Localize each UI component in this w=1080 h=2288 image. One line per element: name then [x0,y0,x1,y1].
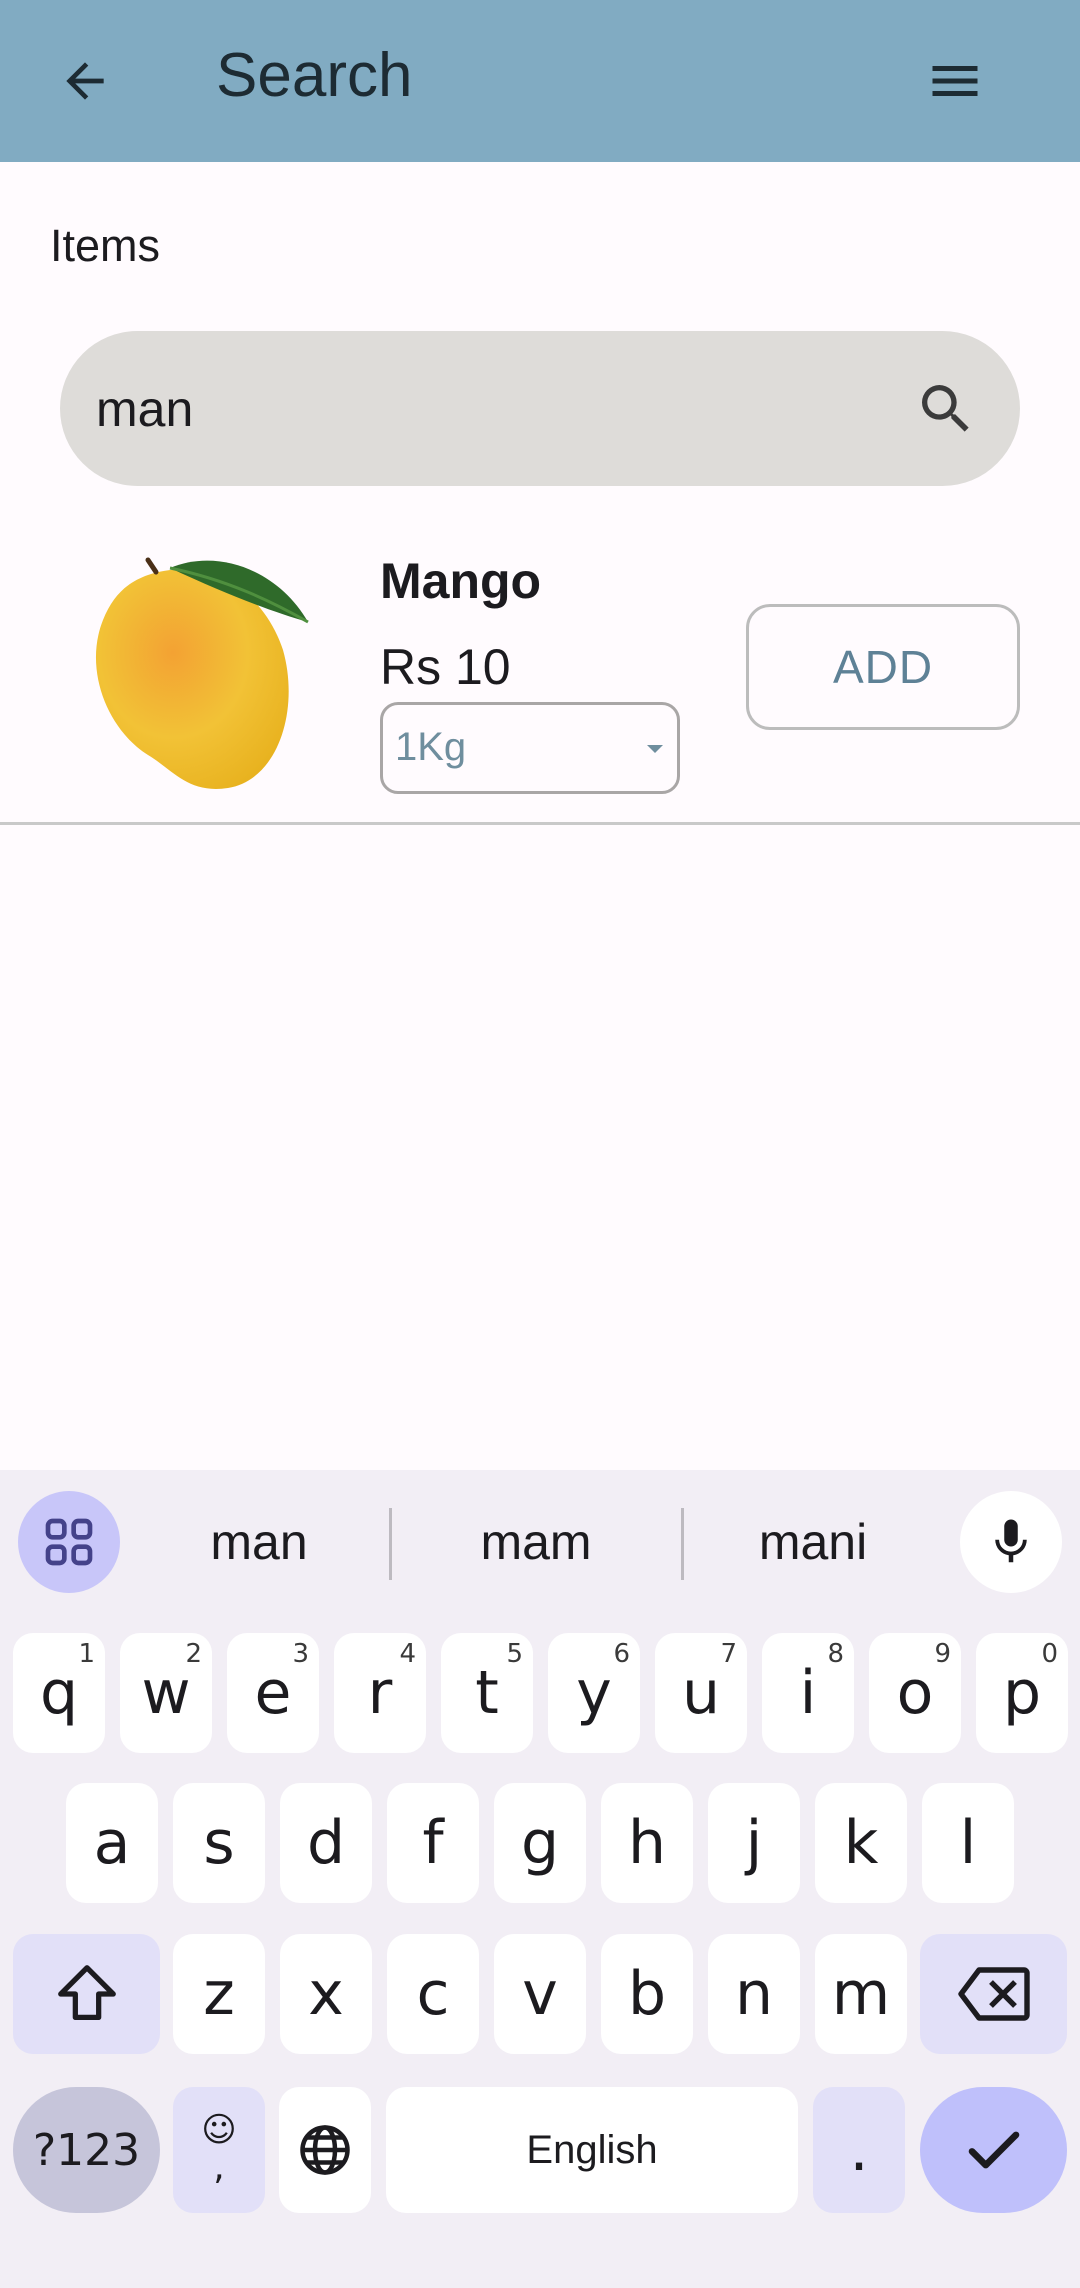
key-y[interactable]: y6 [548,1633,640,1753]
key-k[interactable]: k [815,1783,907,1903]
key-e[interactable]: e3 [227,1633,319,1753]
key-d[interactable]: d [280,1783,372,1903]
suggestion-separator [389,1508,392,1580]
key-o[interactable]: o9 [869,1633,961,1753]
key-label: u [681,1658,721,1728]
key-hint: 6 [613,1639,630,1669]
unit-value: 1Kg [395,725,467,769]
suggestion-separator [681,1508,684,1580]
key-hint: 7 [720,1639,737,1669]
search-bar [60,331,1020,486]
key-label: y [576,1658,612,1728]
key-label: q [39,1658,79,1728]
key-u[interactable]: u7 [655,1633,747,1753]
key-label: t [475,1658,499,1728]
key-v[interactable]: v [494,1934,586,2054]
suggestion-1[interactable]: man [134,1510,384,1574]
key-p[interactable]: p0 [976,1633,1068,1753]
suggestion-3[interactable]: mani [688,1510,938,1574]
product-price: Rs 10 [380,639,511,695]
key-hint: 8 [827,1639,844,1669]
key-a[interactable]: a [66,1783,158,1903]
period-key[interactable]: . [813,2087,905,2213]
space-key[interactable]: English [386,2087,798,2213]
microphone-icon[interactable] [960,1491,1062,1593]
back-arrow-icon[interactable] [40,36,130,126]
key-n[interactable]: n [708,1934,800,2054]
key-j[interactable]: j [708,1783,800,1903]
key-x[interactable]: x [280,1934,372,2054]
key-i[interactable]: i8 [762,1633,854,1753]
search-icon[interactable] [910,373,982,445]
key-hint: 1 [78,1639,95,1669]
add-button[interactable]: ADD [746,604,1020,730]
key-m[interactable]: m [815,1934,907,2054]
key-t[interactable]: t5 [441,1633,533,1753]
keyboard: man mam mani ?123 ☺ , English . q1w2e3r4… [0,1470,1080,2288]
key-f[interactable]: f [387,1783,479,1903]
key-hint: 9 [934,1639,951,1669]
key-w[interactable]: w2 [120,1633,212,1753]
key-label: e [254,1658,292,1728]
key-c[interactable]: c [387,1934,479,2054]
mango-image [78,550,328,800]
product-name: Mango [380,553,542,609]
enter-check-key[interactable] [920,2087,1067,2213]
page-title: Search [216,41,413,110]
apps-grid-icon[interactable] [18,1491,120,1593]
key-l[interactable]: l [922,1783,1014,1903]
globe-icon[interactable] [279,2087,371,2213]
key-label: o [896,1658,934,1728]
key-b[interactable]: b [601,1934,693,2054]
key-r[interactable]: r4 [334,1633,426,1753]
key-hint: 4 [399,1639,416,1669]
key-hint: 0 [1041,1639,1058,1669]
key-h[interactable]: h [601,1783,693,1903]
emoji-icon: ☺ [201,2110,237,2150]
shift-key[interactable] [13,1934,160,2054]
comma-label: , [213,2147,225,2188]
unit-dropdown[interactable]: 1Kg [380,702,680,794]
key-label: r [367,1658,393,1728]
key-q[interactable]: q1 [13,1633,105,1753]
divider [0,822,1080,825]
backspace-key[interactable] [920,1934,1067,2054]
key-hint: 2 [185,1639,202,1669]
emoji-comma-key[interactable]: ☺ , [173,2087,265,2213]
section-label: Items [50,220,161,271]
search-input[interactable] [96,371,876,447]
key-g[interactable]: g [494,1783,586,1903]
key-label: p [1002,1658,1042,1728]
product-row: Mango Rs 10 1Kg ADD [0,530,1080,823]
suggestion-2[interactable]: mam [411,1510,661,1574]
key-hint: 5 [506,1639,523,1669]
key-hint: 3 [292,1639,309,1669]
key-z[interactable]: z [173,1934,265,2054]
key-label: i [799,1658,817,1728]
key-s[interactable]: s [173,1783,265,1903]
key-label: w [141,1658,191,1728]
app-bar: Search [0,0,1080,162]
menu-icon[interactable] [910,36,1000,126]
symbols-key[interactable]: ?123 [13,2087,160,2213]
dropdown-caret-icon [647,745,663,753]
suggestion-bar: man mam mani [0,1470,1080,1610]
